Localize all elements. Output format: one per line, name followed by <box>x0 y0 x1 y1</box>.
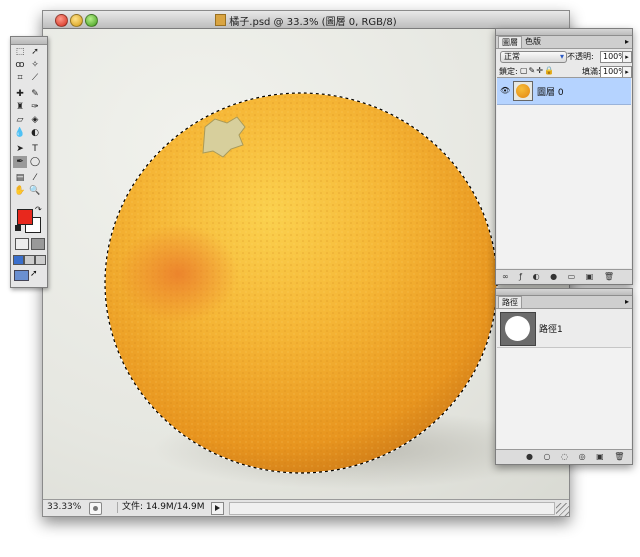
tab-paths[interactable]: 路徑 <box>498 296 522 308</box>
standard-mode-icon[interactable] <box>15 238 29 250</box>
quick-mask-mode-icon[interactable] <box>31 238 45 250</box>
paths-menu-icon[interactable]: ▸ <box>625 297 629 306</box>
fill-label: 填滿: <box>582 67 601 76</box>
brush-tool-icon[interactable]: ✎ <box>28 88 42 100</box>
grapefruit-image <box>104 92 553 489</box>
lasso-tool-icon[interactable]: ꝏ <box>13 59 27 71</box>
eyedropper-tool-icon[interactable]: ⁄ <box>28 172 42 184</box>
move-tool-icon[interactable]: ➚ <box>28 46 42 58</box>
full-screen-menubar-mode-icon[interactable] <box>24 255 35 265</box>
tab-layers[interactable]: 圖層 <box>498 36 522 48</box>
document-title-text: 橘子.psd @ 33.3% (圖層 0, RGB/8) <box>229 17 397 28</box>
ellipse-tool-icon[interactable]: ◯ <box>28 156 42 168</box>
magic-wand-tool-icon[interactable]: ✧ <box>28 59 42 71</box>
layers-palette: 圖層 色版 ▸ 正常 不透明: 100% ▸ 鎖定: ▢✎✛🔒 填滿: 100%… <box>495 28 633 285</box>
layer-list: 👁 圖層 0 <box>497 77 631 268</box>
type-tool-icon[interactable]: T <box>28 143 42 155</box>
document-titlebar[interactable]: 橘子.psd @ 33.3% (圖層 0, RGB/8) <box>43 11 569 29</box>
blend-row: 正常 不透明: 100% ▸ <box>496 49 632 64</box>
path-name[interactable]: 路徑1 <box>539 322 563 335</box>
zoom-field[interactable]: 33.33% <box>47 502 81 513</box>
paths-palette-titlebar[interactable] <box>496 289 632 296</box>
path-list: 路徑1 <box>497 309 631 449</box>
clone-stamp-tool-icon[interactable]: ♜ <box>13 101 27 113</box>
path-row[interactable]: 路徑1 <box>497 309 631 348</box>
horizontal-scrollbar[interactable] <box>229 502 555 515</box>
layers-palette-titlebar[interactable] <box>496 29 632 36</box>
status-info-icon[interactable] <box>89 502 102 515</box>
opacity-slider-arrow-icon[interactable]: ▸ <box>622 51 632 63</box>
full-screen-mode-icon[interactable] <box>35 255 46 265</box>
layer-thumbnail <box>513 81 533 101</box>
tools-palette-titlebar[interactable] <box>11 37 47 45</box>
pen-tool-icon[interactable]: ✒ <box>13 156 27 168</box>
tool-grid: ⬚ ➚ ꝏ ✧ ⌗ ⟋ ✚ ✎ ♜ ✑ ▱ ◈ 💧 ◐ ➤ T ✒ ◯ ▤ ⁄ ✋ 🔍 <box>13 46 45 198</box>
path-selection-tool-icon[interactable]: ➤ <box>13 143 27 155</box>
dodge-tool-icon[interactable]: ◐ <box>28 127 42 139</box>
paths-tabs: 路徑 ▸ <box>496 296 632 309</box>
jump-to-imageready-icon[interactable] <box>14 270 29 281</box>
status-menu-arrow-icon[interactable] <box>211 502 224 515</box>
eraser-tool-icon[interactable]: ▱ <box>13 114 27 126</box>
psd-file-icon <box>215 14 227 26</box>
hand-tool-icon[interactable]: ✋ <box>13 185 27 197</box>
fruit-blush <box>118 224 238 324</box>
opacity-label: 不透明: <box>567 52 594 61</box>
resize-grip[interactable] <box>556 503 569 516</box>
default-colors-icon[interactable] <box>15 225 21 231</box>
visibility-eye-icon[interactable]: 👁 <box>500 86 510 95</box>
lock-options-icon[interactable]: ▢✎✛🔒 <box>520 66 555 75</box>
slice-tool-icon[interactable]: ⟋ <box>28 72 42 84</box>
paint-bucket-tool-icon[interactable]: ◈ <box>28 114 42 126</box>
foreground-color-swatch[interactable] <box>17 209 33 225</box>
paths-palette: 路徑 ▸ 路徑1 ● ○ ◌ ◎ ▣ 🗑 <box>495 288 633 465</box>
layers-footer: ∞ ƒ ◐ ● ▭ ▣ 🗑 <box>496 269 632 284</box>
paths-footer: ● ○ ◌ ◎ ▣ 🗑 <box>496 449 632 464</box>
document-window: 橘子.psd @ 33.3% (圖層 0, RGB/8) 33.33% 文件: … <box>42 10 570 517</box>
tools-palette: ⬚ ➚ ꝏ ✧ ⌗ ⟋ ✚ ✎ ♜ ✑ ▱ ◈ 💧 ◐ ➤ T ✒ ◯ ▤ ⁄ ✋ 🔍 ↷ ➚ <box>10 36 48 288</box>
blend-mode-select[interactable]: 正常 <box>500 51 567 63</box>
crop-tool-icon[interactable]: ⌗ <box>13 72 27 84</box>
path-thumbnail <box>500 312 536 346</box>
layer-row[interactable]: 👁 圖層 0 <box>497 78 631 105</box>
standard-screen-mode-icon[interactable] <box>13 255 24 265</box>
document-statusbar: 33.33% 文件: 14.9M/14.9M <box>43 499 569 516</box>
document-title: 橘子.psd @ 33.3% (圖層 0, RGB/8) <box>43 13 569 28</box>
layer-action-icons[interactable]: ∞ ƒ ◐ ● ▭ ▣ 🗑 <box>502 272 618 281</box>
marquee-tool-icon[interactable]: ⬚ <box>13 46 27 58</box>
zoom-tool-icon[interactable]: 🔍 <box>28 185 42 197</box>
layer-name[interactable]: 圖層 0 <box>537 85 564 98</box>
tab-channels[interactable]: 色版 <box>522 36 544 47</box>
image-canvas[interactable] <box>43 29 569 499</box>
layers-tabs: 圖層 色版 ▸ <box>496 36 632 49</box>
imageready-arrow-icon[interactable]: ➚ <box>30 270 43 279</box>
path-action-icons[interactable]: ● ○ ◌ ◎ ▣ 🗑 <box>526 452 628 461</box>
notes-tool-icon[interactable]: ▤ <box>13 172 27 184</box>
swap-colors-icon[interactable]: ↷ <box>35 205 42 214</box>
lock-label: 鎖定: <box>499 67 518 76</box>
history-brush-tool-icon[interactable]: ✑ <box>28 101 42 113</box>
healing-brush-tool-icon[interactable]: ✚ <box>13 88 27 100</box>
opacity-field[interactable]: 100% <box>600 51 626 63</box>
palette-menu-icon[interactable]: ▸ <box>625 37 629 46</box>
blur-tool-icon[interactable]: 💧 <box>13 127 27 139</box>
